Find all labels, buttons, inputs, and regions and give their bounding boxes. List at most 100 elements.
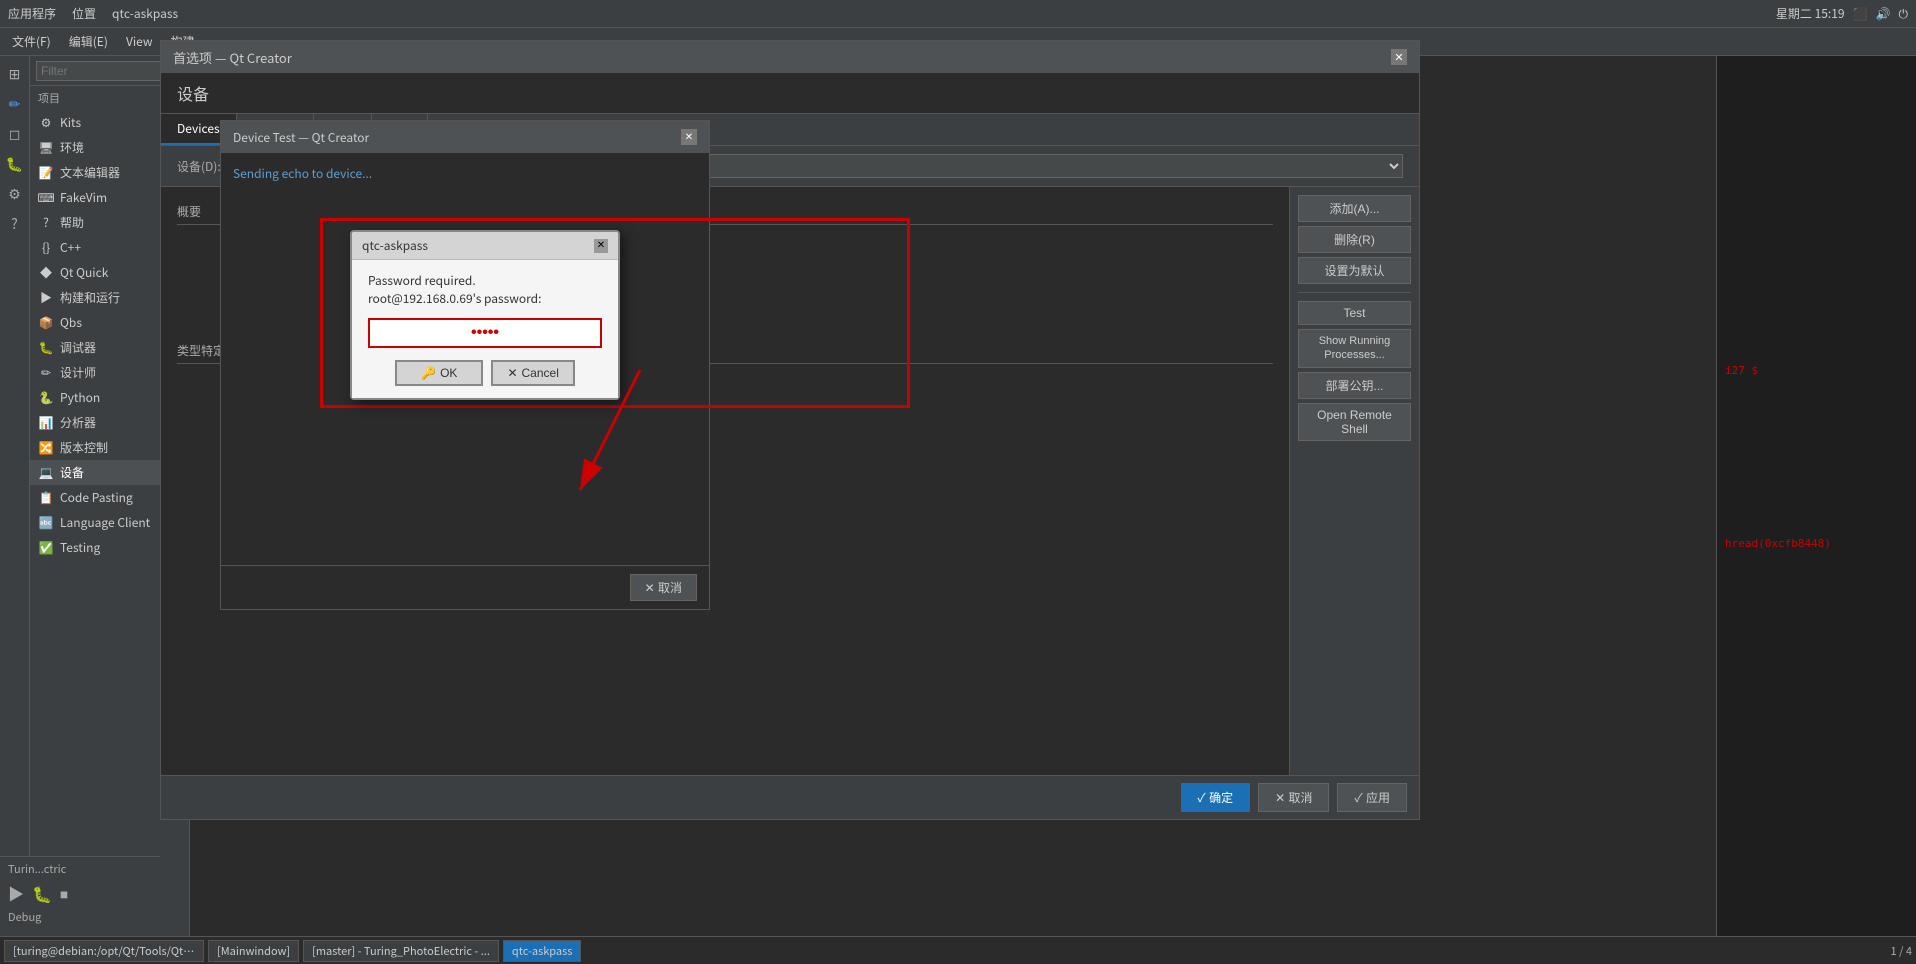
taskbar: [turing@debian:/opt/Qt/Tools/Qt...] [Mai… bbox=[0, 936, 1916, 964]
sidebar-icon-help[interactable]: ? bbox=[1, 210, 29, 238]
askpass-ok-label: OK bbox=[440, 366, 457, 380]
bottom-debug-panel: Turin...ctric ▶ 🐛 ⏹ Debug bbox=[0, 856, 160, 936]
preferences-footer: ✓ 确定 ✕ 取消 ✓ 应用 bbox=[190, 775, 1419, 819]
askpass-body: Password required. root@192.168.0.69's p… bbox=[352, 260, 618, 398]
set-default-button[interactable]: 设置为默认 bbox=[1298, 257, 1411, 284]
askpass-prompt-line2: root@192.168.0.69's password: bbox=[368, 290, 541, 307]
cancel-x-icon: ✕ bbox=[507, 366, 517, 380]
askpass-prompt: Password required. root@192.168.0.69's p… bbox=[368, 272, 602, 308]
network-icon: ⬛ bbox=[1853, 5, 1868, 22]
sidebar-label-analyzer: 分析器 bbox=[60, 414, 96, 431]
top-system-bar: 应用程序 位置 qtc-askpass 星期二 15:19 ⬛ 🔊 ⏻ bbox=[0, 0, 1916, 28]
device-test-title: Device Test — Qt Creator bbox=[233, 129, 369, 146]
icon-sidebar: ⊞ ✏ ◻ 🐛 ⚙ ? bbox=[0, 56, 30, 936]
top-bar-right: 星期二 15:19 ⬛ 🔊 ⏻ bbox=[1776, 5, 1908, 22]
terminal-line1: i27 $ bbox=[1725, 364, 1908, 377]
footer-ok-button[interactable]: ✓ 确定 bbox=[1181, 783, 1251, 812]
buildrun-icon: ▶ bbox=[38, 290, 54, 306]
main-layout: ⊞ ✏ ◻ 🐛 ⚙ ? 项目 ⚙ Kits 🖥 环境 📝 文本编辑器 ⌨ Fak… bbox=[0, 56, 1916, 936]
sidebar-label-debugger: 调试器 bbox=[60, 339, 96, 356]
menu-edit[interactable]: 编辑(E) bbox=[61, 31, 116, 52]
languageclient-icon: 🔤 bbox=[38, 515, 54, 531]
sidebar-icon-edit[interactable]: ✏ bbox=[1, 90, 29, 118]
sidebar-label-cpp: C++ bbox=[60, 239, 81, 256]
askpass-close-button[interactable]: ✕ bbox=[594, 239, 608, 253]
qbs-icon: 📦 bbox=[38, 315, 54, 331]
cpp-icon: {} bbox=[38, 240, 54, 256]
sidebar-label-help: 帮助 bbox=[60, 214, 84, 231]
device-test-close-button[interactable]: ✕ bbox=[681, 129, 697, 145]
footer-cancel-button[interactable]: ✕ 取消 bbox=[1258, 783, 1329, 812]
play-icon[interactable]: ▶ bbox=[8, 881, 24, 905]
sending-echo-text: Sending echo to device... bbox=[233, 165, 697, 182]
fakevim-icon: ⌨ bbox=[38, 190, 54, 206]
sidebar-label-codepasting: Code Pasting bbox=[60, 489, 133, 506]
sidebar-label-qbs: Qbs bbox=[60, 314, 82, 331]
sidebar-label-fakevim: FakeVim bbox=[60, 189, 107, 206]
qtquick-icon: ◆ bbox=[38, 265, 54, 281]
taskbar-item-mainwindow[interactable]: [Mainwindow] bbox=[208, 940, 299, 962]
sidebar-icon-design[interactable]: ◻ bbox=[1, 120, 29, 148]
preferences-close-button[interactable]: ✕ bbox=[1391, 56, 1407, 65]
askpass-prompt-line1: Password required. bbox=[368, 272, 476, 289]
taskbar-item-project[interactable]: [master] - Turing_PhotoElectric - ... bbox=[303, 940, 499, 962]
preferences-title-bar: 首选项 — Qt Creator ✕ bbox=[190, 56, 1419, 73]
stop-icon[interactable]: ⏹ bbox=[60, 881, 68, 905]
devices-right-buttons: 添加(A)... 删除(R) 设置为默认 Test Show Running P… bbox=[1289, 187, 1419, 775]
sidebar-label-qtquick: Qt Quick bbox=[60, 264, 108, 281]
sidebar-icon-welcome[interactable]: ⊞ bbox=[1, 60, 29, 88]
datetime-display: 星期二 15:19 bbox=[1776, 5, 1845, 22]
sidebar-label-kits: Kits bbox=[60, 114, 81, 131]
window-name: qtc-askpass bbox=[112, 5, 178, 22]
preferences-title: 首选项 — Qt Creator bbox=[190, 56, 292, 67]
open-remote-shell-button[interactable]: Open Remote Shell bbox=[1298, 403, 1411, 441]
debug-play-icon[interactable]: 🐛 bbox=[32, 881, 52, 905]
pos-menu[interactable]: 位置 bbox=[72, 5, 96, 22]
askpass-cancel-label: Cancel bbox=[522, 366, 559, 380]
askpass-ok-button[interactable]: 🔑 OK bbox=[395, 360, 483, 386]
device-test-cancel-button[interactable]: ✕ 取消 bbox=[630, 574, 697, 601]
power-icon: ⏻ bbox=[1899, 5, 1909, 22]
askpass-password-input[interactable] bbox=[368, 318, 602, 348]
device-test-footer: ✕ 取消 bbox=[221, 565, 709, 609]
test-button[interactable]: Test bbox=[1298, 301, 1411, 325]
debug-icons-row: ▶ 🐛 ⏹ bbox=[8, 881, 152, 905]
sidebar-label-vcs: 版本控制 bbox=[60, 439, 108, 456]
sidebar-icon-projects[interactable]: ⚙ bbox=[1, 180, 29, 208]
askpass-cancel-button[interactable]: ✕ Cancel bbox=[491, 360, 574, 386]
devices-icon: 💻 bbox=[38, 465, 54, 481]
debugger-icon: 🐛 bbox=[38, 340, 54, 356]
menu-file[interactable]: 文件(F) bbox=[4, 31, 59, 52]
kits-icon: ⚙ bbox=[38, 115, 54, 131]
codepasting-icon: 📋 bbox=[38, 490, 54, 506]
add-device-button[interactable]: 添加(A)... bbox=[1298, 195, 1411, 222]
sidebar-label-python: Python bbox=[60, 389, 100, 406]
askpass-dialog: qtc-askpass ✕ Password required. root@19… bbox=[350, 230, 620, 400]
sidebar-label-testing: Testing bbox=[60, 539, 100, 556]
top-bar-left: 应用程序 位置 qtc-askpass bbox=[8, 5, 178, 22]
project-label: Turin...ctric bbox=[8, 861, 152, 877]
analyzer-icon: 📊 bbox=[38, 415, 54, 431]
content-area: 首选项 — Qt Creator ✕ 设备 Devices Android QN… bbox=[190, 56, 1916, 936]
vcs-icon: 🔀 bbox=[38, 440, 54, 456]
app-menu[interactable]: 应用程序 bbox=[8, 5, 56, 22]
env-icon: 🖥 bbox=[38, 140, 54, 156]
menu-view[interactable]: View bbox=[118, 31, 161, 52]
ok-checkmark-icon: 🔑 bbox=[421, 366, 436, 380]
show-running-processes-button[interactable]: Show Running Processes... bbox=[1298, 329, 1411, 368]
askpass-title: qtc-askpass bbox=[362, 237, 428, 254]
help-icon: ? bbox=[38, 215, 54, 231]
sidebar-icon-debug[interactable]: 🐛 bbox=[1, 150, 29, 178]
remove-device-button[interactable]: 删除(R) bbox=[1298, 226, 1411, 253]
python-icon: 🐍 bbox=[38, 390, 54, 406]
sidebar-label-devices: 设备 bbox=[60, 464, 84, 481]
footer-apply-button[interactable]: ✓ 应用 bbox=[1337, 783, 1407, 812]
askpass-buttons: 🔑 OK ✕ Cancel bbox=[368, 360, 602, 386]
taskbar-item-askpass[interactable]: qtc-askpass bbox=[503, 940, 582, 962]
devices-page-header: 设备 bbox=[190, 73, 1419, 114]
sidebar-label-env: 环境 bbox=[60, 139, 84, 156]
deploy-key-button[interactable]: 部署公钥... bbox=[1298, 372, 1411, 399]
terminal-panel: i27 $ hread(0xcfb8448) bbox=[1716, 56, 1916, 936]
taskbar-item-terminal[interactable]: [turing@debian:/opt/Qt/Tools/Qt...] bbox=[4, 940, 204, 962]
sidebar-label-designer: 设计师 bbox=[60, 364, 96, 381]
